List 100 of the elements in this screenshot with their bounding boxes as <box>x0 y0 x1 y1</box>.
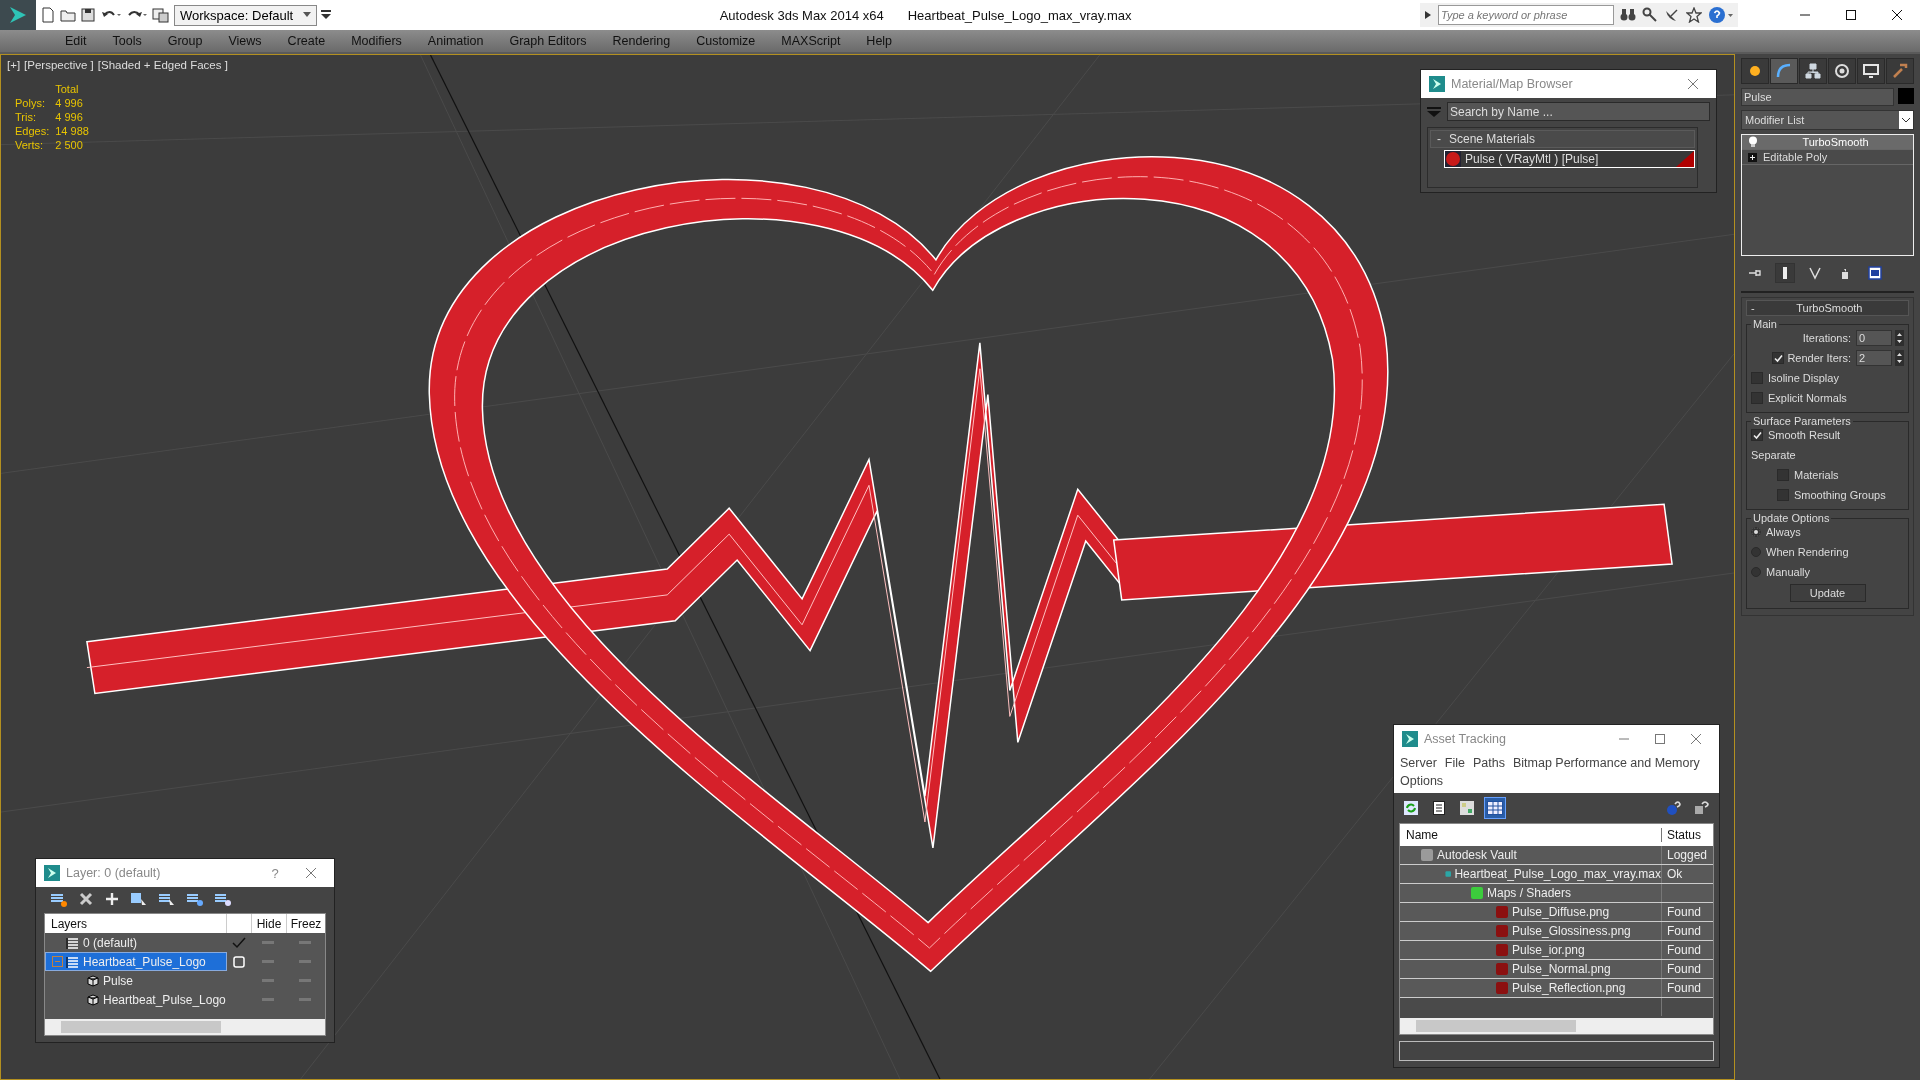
column-header[interactable]: Hide <box>252 914 287 933</box>
object-color-swatch[interactable] <box>1898 88 1914 104</box>
modifier-list-dropdown[interactable]: Modifier List <box>1741 110 1914 130</box>
menu-item[interactable]: Edit <box>52 30 100 52</box>
object-name-field[interactable]: Pulse <box>1741 88 1894 106</box>
stack-tool-button[interactable] <box>1775 263 1795 283</box>
menu-item[interactable]: Create <box>274 30 339 52</box>
hide-toggle[interactable] <box>262 941 274 944</box>
menu-item[interactable]: Group <box>154 30 216 52</box>
help-icon[interactable] <box>1708 6 1734 24</box>
panel-tab[interactable] <box>1741 58 1769 84</box>
menu-item[interactable]: File <box>1442 755 1467 771</box>
radio-button[interactable] <box>1751 547 1761 557</box>
spinner-arrows-icon[interactable] <box>1895 330 1904 346</box>
menu-item[interactable]: MAXScript <box>768 30 854 52</box>
column-header[interactable]: Layers <box>45 914 227 933</box>
checkbox[interactable] <box>1777 469 1789 481</box>
highlight-layer-icon[interactable] <box>186 891 204 907</box>
viewport-label[interactable]: [Perspective ] <box>24 59 94 71</box>
light-bulb-icon[interactable] <box>1748 136 1758 148</box>
column-header[interactable]: Name <box>1400 828 1662 842</box>
path-field[interactable] <box>1399 1041 1714 1061</box>
new-layer-icon[interactable] <box>50 891 68 907</box>
menu-item[interactable]: Modifiers <box>338 30 415 52</box>
set-current-box-icon[interactable] <box>233 955 245 968</box>
checkbox[interactable] <box>1751 372 1763 384</box>
viewport-label[interactable]: [+] <box>7 59 21 71</box>
stack-item[interactable]: TurboSmooth <box>1742 135 1913 150</box>
horizontal-scrollbar[interactable] <box>45 1019 325 1035</box>
hide-toggle[interactable] <box>262 998 274 1001</box>
menu-item[interactable]: Graph Editors <box>496 30 600 52</box>
layer-row[interactable]: 0 (default) <box>45 933 227 952</box>
select-layer-icon[interactable] <box>158 891 176 907</box>
spinner-field[interactable]: 2 <box>1856 350 1892 366</box>
spinner-field[interactable]: 0 <box>1856 330 1892 346</box>
asset-row[interactable]: Pulse_Glossiness.png Found <box>1400 922 1713 941</box>
menu-item[interactable]: Views <box>215 30 275 52</box>
add-icon[interactable] <box>104 891 120 907</box>
column-header[interactable]: Status <box>1662 828 1713 842</box>
asset-row[interactable]: Pulse_Normal.png Found <box>1400 960 1713 979</box>
group-header[interactable]: - Scene Materials <box>1430 130 1695 148</box>
menu-item[interactable]: Bitmap Performance and Memory <box>1510 755 1702 771</box>
horizontal-scrollbar[interactable] <box>1400 1018 1713 1034</box>
asset-row[interactable]: Heartbeat_Pulse_Logo_max_vray.max Ok <box>1400 865 1713 884</box>
hide-toggle[interactable] <box>262 979 274 982</box>
search-field[interactable]: Type a keyword or phrase <box>1438 5 1614 25</box>
radio-button[interactable] <box>1751 527 1761 537</box>
panel-tab[interactable] <box>1857 58 1885 84</box>
asset-row[interactable]: Pulse_Diffuse.png Found <box>1400 903 1713 922</box>
layer-row[interactable]: Heartbeat_Pulse_Logo <box>45 952 227 971</box>
menu-item[interactable]: Paths <box>1471 755 1507 771</box>
select-objects-icon[interactable] <box>130 891 148 907</box>
app-logo-button[interactable] <box>0 0 36 30</box>
search-field[interactable]: Search by Name ... <box>1447 102 1710 121</box>
hide-toggle[interactable] <box>262 960 274 963</box>
menu-item[interactable]: Rendering <box>599 30 684 52</box>
stack-item[interactable]: Editable Poly <box>1742 150 1913 165</box>
dropdown-arrow-icon[interactable] <box>321 10 332 20</box>
panel-tab[interactable] <box>1828 58 1856 84</box>
rollout-header[interactable]: - TurboSmooth <box>1746 300 1909 316</box>
asset-row[interactable]: Pulse_ior.png Found <box>1400 941 1713 960</box>
save-icon[interactable] <box>80 7 96 23</box>
update-button[interactable]: Update <box>1789 584 1866 602</box>
freeze-toggle[interactable] <box>299 998 311 1001</box>
project-folder-icon[interactable] <box>152 7 170 23</box>
menu-item[interactable]: Customize <box>683 30 769 52</box>
new-file-icon[interactable] <box>40 7 56 23</box>
layer-row[interactable]: Pulse <box>45 971 227 990</box>
hide-freeze-icon[interactable] <box>214 891 232 907</box>
asset-row[interactable]: Pulse_Reflection.png Found <box>1400 979 1713 998</box>
column-header[interactable]: Freez <box>287 916 325 931</box>
freeze-toggle[interactable] <box>299 979 311 982</box>
workspace-dropdown[interactable]: Workspace: Default <box>174 4 318 26</box>
viewport-label[interactable]: [Shaded + Edged Faces ] <box>97 59 228 71</box>
star-icon[interactable] <box>1686 7 1702 23</box>
menu-item[interactable]: Server <box>1398 755 1439 771</box>
panel-tab[interactable] <box>1799 58 1827 84</box>
layer-row[interactable]: Heartbeat_Pulse_Logo <box>45 990 227 1009</box>
menu-item[interactable]: Tools <box>99 30 155 52</box>
checkbox[interactable] <box>1777 489 1789 501</box>
material-item[interactable]: Pulse ( VRayMtl ) [Pulse] <box>1444 150 1695 168</box>
freeze-toggle[interactable] <box>299 941 311 944</box>
toolbar-button[interactable] <box>1484 797 1506 819</box>
expand-arrow-icon[interactable] <box>1424 10 1432 20</box>
checkbox[interactable] <box>1751 392 1763 404</box>
stack-tool-button[interactable] <box>1865 263 1885 283</box>
open-folder-icon[interactable] <box>60 7 76 23</box>
radio-button[interactable] <box>1751 567 1761 577</box>
menu-item[interactable]: Help <box>853 30 906 52</box>
binoculars-icon[interactable] <box>1620 7 1636 23</box>
key-icon[interactable] <box>1642 7 1658 23</box>
checkbox[interactable] <box>1751 429 1763 441</box>
menu-item[interactable]: Animation <box>414 30 497 52</box>
asset-row[interactable]: Maps / Shaders <box>1400 884 1713 903</box>
current-layer-check-icon[interactable] <box>232 936 246 949</box>
help-button[interactable]: ? <box>260 862 290 884</box>
freeze-toggle[interactable] <box>299 960 311 963</box>
asset-row[interactable]: Autodesk Vault Logged <box>1400 846 1713 865</box>
expand-icon[interactable] <box>1748 152 1757 162</box>
checkbox[interactable] <box>1772 352 1785 364</box>
